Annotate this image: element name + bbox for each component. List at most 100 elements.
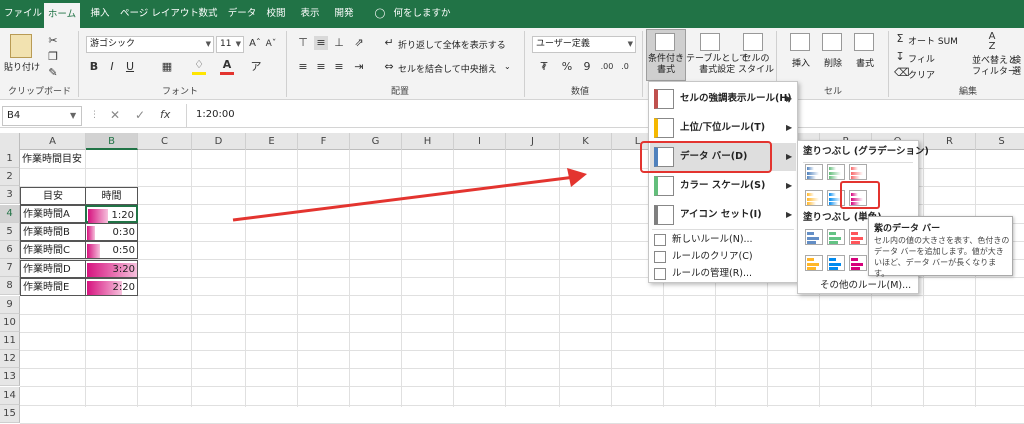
column-header-F[interactable]: F [298, 133, 350, 150]
copy-icon[interactable]: ❐ [46, 50, 60, 64]
decrease-decimal-icon[interactable]: .0 [618, 60, 632, 74]
number-format-combo[interactable]: ユーザー定義 ▼ [532, 36, 636, 53]
task-name-cell[interactable]: 作業時間B [20, 223, 86, 242]
task-name-cell[interactable]: 作業時間E [20, 277, 86, 296]
task-time-cell[interactable]: 0:50 [85, 241, 138, 260]
cf-menu-item-4[interactable]: アイコン セット(I) [680, 201, 762, 229]
more-rules-item[interactable]: その他のルール(M)... [820, 276, 911, 296]
gradient-databar-1[interactable] [827, 164, 845, 180]
solid-databar-0[interactable] [805, 229, 823, 245]
fill-color-icon[interactable]: ♢ [192, 58, 206, 75]
column-header-C[interactable]: C [138, 133, 192, 150]
cf-menu-item-0[interactable]: セルの強調表示ルール(H) [680, 85, 792, 113]
cell-styles-button[interactable]: セルの スタイル [738, 54, 774, 76]
tab-review[interactable]: 校閲 [262, 0, 290, 28]
enter-icon[interactable]: ✓ [135, 108, 145, 122]
row-header-8[interactable]: 8 [0, 277, 20, 296]
cancel-icon[interactable]: ✕ [110, 108, 120, 122]
solid-databar-2[interactable] [849, 229, 867, 245]
cf-extra-item-2[interactable]: ルールの管理(R)... [672, 265, 752, 282]
column-header-S[interactable]: S [976, 133, 1024, 150]
solid-databar-4[interactable] [827, 255, 845, 271]
align-left-icon[interactable]: ≡ [296, 60, 310, 74]
paste-icon[interactable] [10, 34, 32, 58]
task-time-cell[interactable]: 3:20 [85, 259, 138, 278]
row-header-5[interactable]: 5 [0, 222, 20, 241]
align-bottom-icon[interactable]: ⊥ [332, 36, 346, 50]
row-header-12[interactable]: 12 [0, 350, 20, 369]
gradient-databar-3[interactable] [805, 190, 823, 206]
format-cells-button[interactable]: 書式 [856, 56, 874, 69]
column-header-K[interactable]: K [560, 133, 612, 150]
row-header-6[interactable]: 6 [0, 241, 20, 259]
row-header-13[interactable]: 13 [0, 368, 20, 387]
phonetic-icon[interactable]: ア [250, 60, 262, 74]
increase-decimal-icon[interactable]: .00 [600, 60, 614, 74]
cf-extra-item-0[interactable]: 新しいルール(N)... [672, 231, 753, 248]
insert-cells-button[interactable]: 挿入 [792, 56, 810, 69]
solid-databar-5[interactable] [849, 255, 867, 271]
column-header-E[interactable]: E [246, 133, 298, 150]
merge-center-button[interactable]: セルを結合して中央揃え [398, 62, 497, 75]
align-middle-icon[interactable]: ≡ [314, 36, 328, 50]
cut-icon[interactable]: ✂ [46, 34, 60, 48]
indent-icon[interactable]: ⇥ [352, 60, 366, 74]
column-header-G[interactable]: G [350, 133, 402, 150]
column-header-D[interactable]: D [192, 133, 246, 150]
insert-cells-icon[interactable] [790, 33, 810, 51]
font-size-combo[interactable]: 11 ▼ [216, 36, 244, 53]
header-cell-a[interactable]: 目安 [20, 187, 86, 205]
find-select-button[interactable]: 検 選 [1012, 56, 1021, 78]
task-name-cell[interactable]: 作業時間A [20, 205, 86, 223]
orientation-icon[interactable]: ⇗ [352, 36, 366, 50]
merge-icon[interactable]: ⇔ [382, 60, 396, 74]
italic-button[interactable]: I [106, 60, 118, 74]
tab-page-layout[interactable]: ページ レイアウト [120, 0, 199, 28]
clear-icon[interactable]: ⌫ [894, 66, 910, 80]
row-header-3[interactable]: 3 [0, 186, 20, 205]
gradient-databar-0[interactable] [805, 164, 823, 180]
task-time-cell[interactable]: 1:20 [85, 205, 138, 223]
tab-view[interactable]: 表示 [296, 0, 324, 28]
insert-function-button[interactable]: fx [160, 108, 170, 121]
task-name-cell[interactable]: 作業時間D [20, 259, 86, 278]
sort-filter-button[interactable]: 並べ替えと フィルター [972, 56, 1017, 78]
tab-insert[interactable]: 挿入 [84, 0, 116, 28]
cf-menu-item-2[interactable]: データ バー(D) [680, 143, 747, 171]
autosum-button[interactable]: オート SUM [908, 34, 958, 47]
format-painter-icon[interactable]: ✎ [46, 66, 60, 80]
tell-me-search[interactable]: 何をしますか [392, 0, 452, 28]
clear-button[interactable]: クリア [908, 68, 935, 81]
format-cells-icon[interactable] [854, 33, 874, 51]
sort-filter-icon[interactable]: AZ [982, 32, 1002, 52]
chevron-down-icon[interactable]: ⌄ [504, 62, 511, 71]
bold-button[interactable]: B [88, 60, 100, 74]
delete-cells-icon[interactable] [822, 33, 842, 51]
task-time-cell[interactable]: 2:20 [85, 277, 138, 296]
row-header-4[interactable]: 4 [0, 204, 20, 223]
cf-menu-item-3[interactable]: カラー スケール(S) [680, 172, 765, 200]
row-header-15[interactable]: 15 [0, 404, 20, 423]
border-icon[interactable]: ▦ [160, 60, 174, 74]
wrap-text-icon[interactable]: ↵ [382, 36, 396, 50]
format-as-table-icon[interactable] [700, 33, 720, 51]
column-header-B[interactable]: B [86, 133, 138, 150]
tab-developer[interactable]: 開発 [330, 0, 358, 28]
tab-home[interactable]: ホーム [44, 3, 80, 28]
font-color-icon[interactable]: A [220, 58, 234, 75]
row-header-7[interactable]: 7 [0, 259, 20, 278]
row-header-14[interactable]: 14 [0, 386, 20, 405]
task-time-cell[interactable]: 0:30 [85, 223, 138, 242]
column-header-A[interactable]: A [20, 133, 86, 150]
header-cell-b[interactable]: 時間 [85, 187, 138, 205]
shrink-font-icon[interactable]: Aˇ [264, 37, 278, 51]
delete-cells-button[interactable]: 削除 [824, 56, 842, 69]
paste-button[interactable]: 貼り付け [4, 60, 40, 73]
cf-menu-item-1[interactable]: 上位/下位ルール(T) [680, 114, 765, 142]
tab-file[interactable]: ファイル [4, 0, 42, 28]
underline-button[interactable]: U [124, 60, 136, 74]
row-header-10[interactable]: 10 [0, 313, 20, 332]
sheet-title[interactable]: 作業時間目安 [22, 151, 82, 169]
solid-databar-1[interactable] [827, 229, 845, 245]
row-header-11[interactable]: 11 [0, 332, 20, 350]
